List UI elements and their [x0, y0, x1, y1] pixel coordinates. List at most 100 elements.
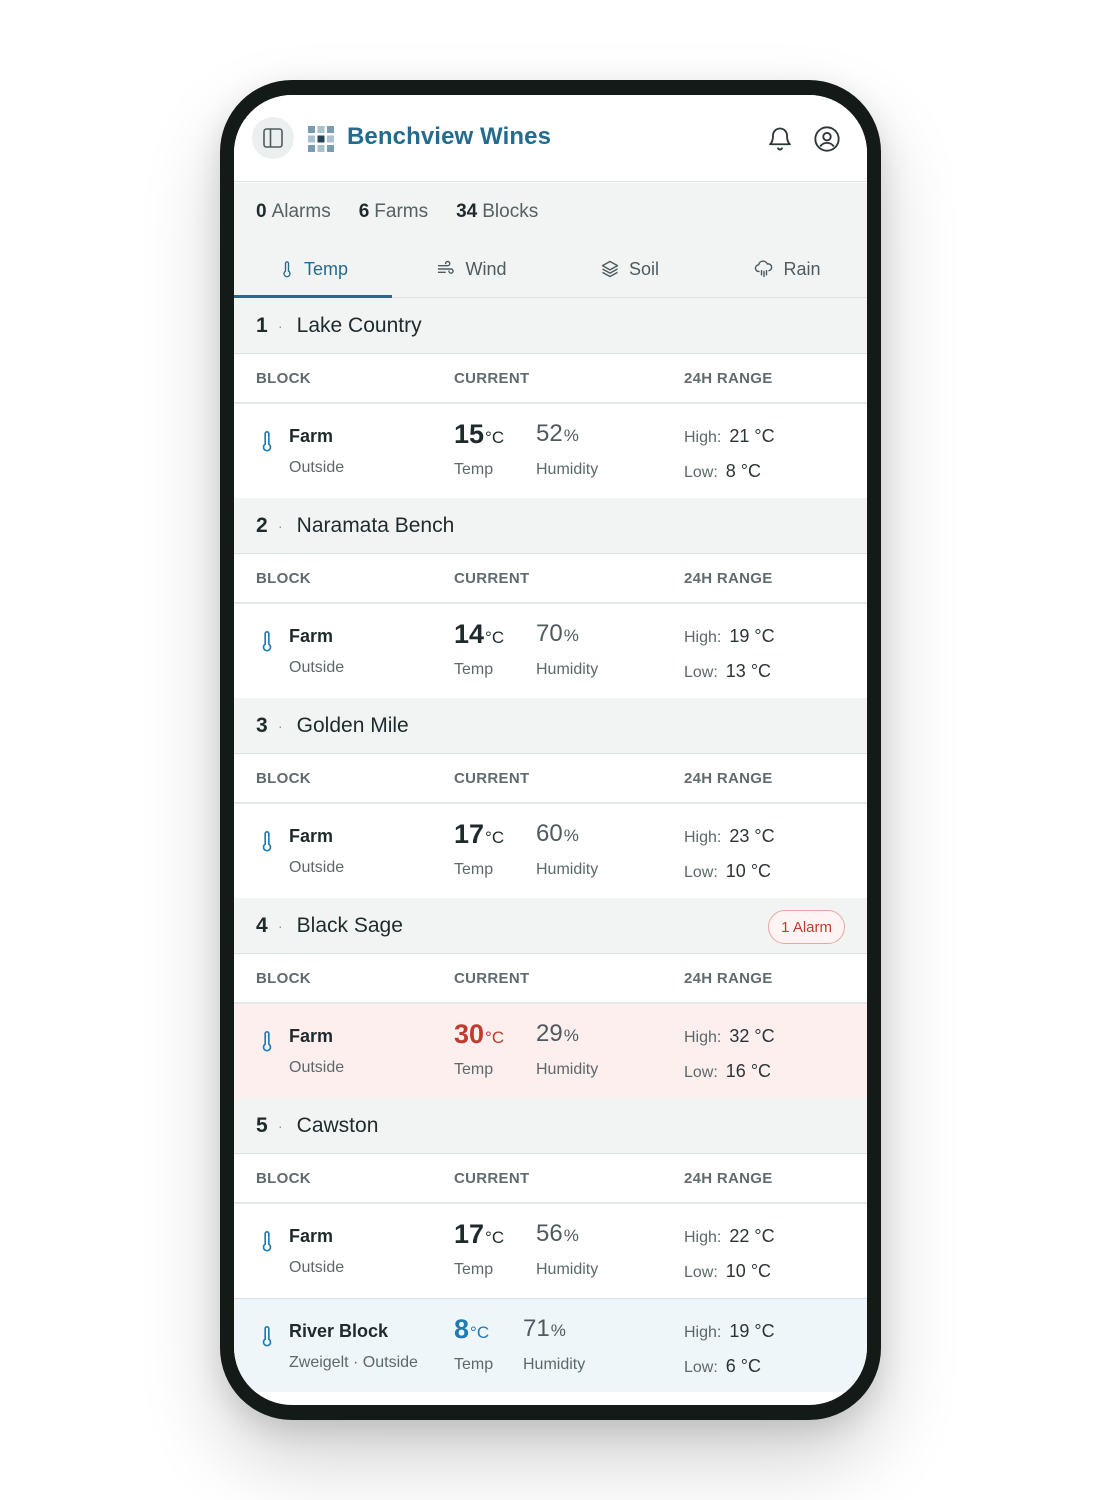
- block-name: Farm: [289, 626, 334, 646]
- layers-icon: [601, 260, 619, 278]
- column-current: CURRENT: [454, 1170, 530, 1187]
- tab-rain-label: Rain: [783, 258, 821, 279]
- thermometer-icon: [262, 431, 272, 452]
- separator-dot: ·: [278, 517, 283, 534]
- block-row[interactable]: River Block Zweigelt · Outside 8°C Temp 71% H…: [234, 1298, 867, 1392]
- low-range: Low: 10 °C: [684, 861, 772, 881]
- alarm-badge[interactable]: 1 Alarm: [768, 910, 845, 944]
- separator-dot: ·: [278, 317, 283, 334]
- farm-header[interactable]: 1 · Lake Country: [234, 298, 867, 354]
- humidity-label: Humidity: [536, 1061, 599, 1078]
- column-24h-range: 24H RANGE: [684, 1170, 773, 1187]
- humidity-label: Humidity: [536, 661, 599, 678]
- thermometer-icon: [262, 1326, 272, 1347]
- column-current: CURRENT: [454, 370, 530, 387]
- humidity-value: 70%: [536, 620, 579, 647]
- temperature-value: 14°C: [454, 619, 505, 649]
- column-24h-range: 24H RANGE: [684, 770, 773, 787]
- block-name: Farm: [289, 826, 334, 846]
- temp-label: Temp: [454, 1356, 494, 1373]
- thermometer-icon: [262, 1231, 272, 1252]
- thermometer-icon: [283, 261, 291, 278]
- humidity-label: Humidity: [536, 861, 599, 878]
- humidity-label: Humidity: [523, 1356, 586, 1373]
- farm-list: 1 · Lake Country BLOCK CURRENT 24H RANGE Farm O…: [234, 298, 867, 1392]
- grid-logo-icon: [308, 126, 334, 152]
- temperature-value: 8°C: [454, 1314, 490, 1344]
- column-24h-range: 24H RANGE: [684, 970, 773, 987]
- column-current: CURRENT: [454, 570, 530, 587]
- humidity-value: 60%: [536, 820, 579, 847]
- tab-soil-label: Soil: [628, 258, 659, 279]
- farm-number: 4: [256, 913, 268, 937]
- sidebar-toggle-button[interactable]: [252, 117, 294, 159]
- farm-header[interactable]: 3 · Golden Mile: [234, 698, 867, 754]
- app-screen: Benchview Wines 0 Alarms 6 Farms 34 Blocks …: [234, 95, 867, 1405]
- column-block: BLOCK: [256, 370, 311, 387]
- tab-temp-label: Temp: [303, 258, 348, 279]
- column-block: BLOCK: [256, 1170, 311, 1187]
- user-account-icon[interactable]: [813, 125, 841, 153]
- column-header-row: BLOCK CURRENT 24H RANGE: [234, 1154, 867, 1204]
- temp-label: Temp: [454, 1061, 494, 1078]
- block-row[interactable]: Farm Outside 14°C Temp 70% Humidity High: 19 °C…: [234, 604, 867, 698]
- separator-dot: ·: [278, 1117, 283, 1134]
- farm-header[interactable]: 4 · Black Sage 1 Alarm: [234, 898, 867, 954]
- block-location: Outside: [289, 1259, 345, 1276]
- block-row[interactable]: Farm Outside 30°C Temp 29% Humidity High: 32 °C…: [234, 1004, 867, 1098]
- farm-name: Golden Mile: [296, 713, 409, 737]
- thermometer-icon: [262, 831, 272, 852]
- block-name: River Block: [289, 1321, 389, 1341]
- blocks-stat[interactable]: 34 Blocks: [456, 201, 538, 223]
- farms-stat[interactable]: 6 Farms: [359, 201, 428, 223]
- app-title: Benchview Wines: [347, 123, 552, 150]
- block-row[interactable]: Farm Outside 17°C Temp 60% Humidity High: 23 °C…: [234, 804, 867, 898]
- column-header-row: BLOCK CURRENT 24H RANGE: [234, 754, 867, 804]
- block-location: Zweigelt · Outside: [289, 1354, 418, 1371]
- temp-label: Temp: [454, 1261, 494, 1278]
- humidity-value: 29%: [536, 1020, 579, 1047]
- block-location: Outside: [289, 459, 345, 476]
- tab-soil[interactable]: Soil: [550, 241, 708, 297]
- farm-name: Naramata Bench: [296, 513, 455, 537]
- temperature-value: 30°C: [454, 1019, 505, 1049]
- tab-wind[interactable]: Wind: [392, 241, 550, 297]
- sidebar-panel-icon: [263, 128, 283, 148]
- block-name: Farm: [289, 426, 334, 446]
- high-range: High: 23 °C: [684, 826, 775, 846]
- rain-cloud-icon: [755, 260, 773, 278]
- phone-frame: Benchview Wines 0 Alarms 6 Farms 34 Blocks …: [220, 80, 881, 1420]
- humidity-value: 52%: [536, 420, 579, 447]
- alarms-stat[interactable]: 0 Alarms: [256, 201, 331, 223]
- temperature-value: 15°C: [454, 419, 505, 449]
- block-row[interactable]: Farm Outside 15°C Temp 52% Humidity High: 21 °C…: [234, 404, 867, 498]
- temp-label: Temp: [454, 661, 494, 678]
- block-location: Outside: [289, 859, 345, 876]
- temp-label: Temp: [454, 861, 494, 878]
- farm-number: 5: [256, 1113, 268, 1137]
- farm-name: Cawston: [296, 1113, 379, 1137]
- bell-icon[interactable]: [766, 125, 794, 153]
- farm-number: 1: [256, 313, 268, 337]
- humidity-label: Humidity: [536, 461, 599, 478]
- block-location: Outside: [289, 1059, 345, 1076]
- separator-dot: ·: [278, 917, 283, 934]
- column-header-row: BLOCK CURRENT 24H RANGE: [234, 354, 867, 404]
- tab-temp[interactable]: Temp: [234, 241, 392, 298]
- farm-header[interactable]: 5 · Cawston: [234, 1098, 867, 1154]
- temperature-value: 17°C: [454, 819, 505, 849]
- farm-name: Lake Country: [296, 313, 422, 337]
- humidity-value: 56%: [536, 1220, 579, 1247]
- humidity-label: Humidity: [536, 1261, 599, 1278]
- tab-rain[interactable]: Rain: [708, 241, 866, 297]
- temperature-value: 17°C: [454, 1219, 505, 1249]
- tab-wind-label: Wind: [465, 258, 507, 279]
- low-range: Low: 6 °C: [684, 1356, 762, 1376]
- farm-header[interactable]: 2 · Naramata Bench: [234, 498, 867, 554]
- app-bar: Benchview Wines: [234, 95, 867, 182]
- block-row[interactable]: Farm Outside 17°C Temp 56% Humidity High: 22 °C…: [234, 1204, 867, 1298]
- summary-bar: 0 Alarms 6 Farms 34 Blocks: [234, 183, 867, 241]
- low-range: Low: 10 °C: [684, 1261, 772, 1281]
- column-current: CURRENT: [454, 970, 530, 987]
- farm-name: Black Sage: [296, 913, 403, 937]
